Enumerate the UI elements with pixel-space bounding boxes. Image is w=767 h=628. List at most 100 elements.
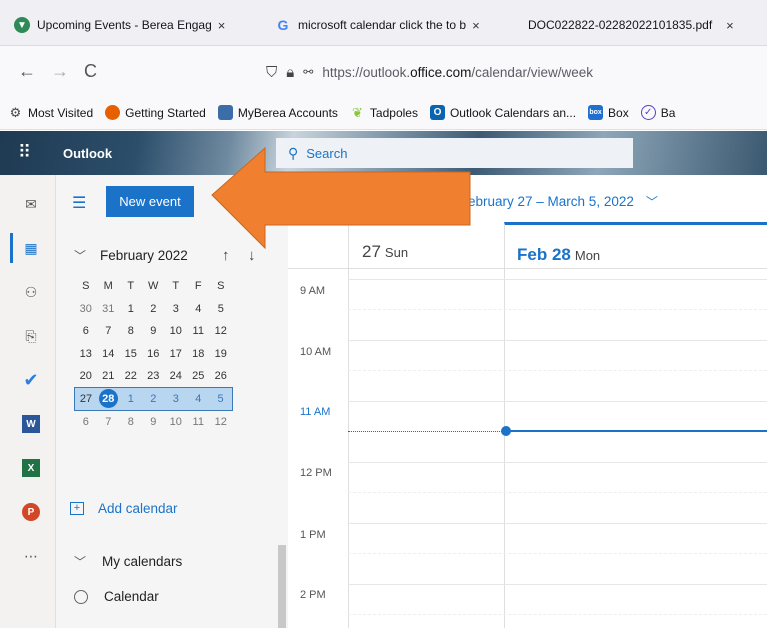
mini-calendar-day[interactable]: 3 bbox=[164, 387, 187, 411]
mini-calendar-day[interactable]: 22 bbox=[120, 365, 143, 388]
new-event-button[interactable]: New event bbox=[106, 186, 194, 217]
mini-calendar-day[interactable]: 10 bbox=[165, 410, 188, 433]
word-icon[interactable]: W bbox=[22, 415, 40, 433]
bookmark-outlook-calendars[interactable]: O Outlook Calendars an... bbox=[429, 105, 576, 120]
bookmark-getting-started[interactable]: Getting Started bbox=[105, 105, 206, 120]
mini-calendar-day[interactable]: 10 bbox=[165, 320, 188, 343]
day-number: 27 bbox=[362, 242, 381, 261]
attachment-icon[interactable]: ⎘ bbox=[22, 327, 40, 345]
chevron-down-icon[interactable]: ﹀ bbox=[74, 247, 86, 264]
back-button[interactable]: ← bbox=[18, 62, 36, 80]
mini-calendar-month[interactable]: February 2022 bbox=[100, 248, 188, 263]
mini-calendar-day[interactable]: 11 bbox=[187, 410, 210, 433]
weekday-header: T bbox=[172, 280, 180, 293]
bookmark-ba[interactable]: ✓ Ba bbox=[640, 105, 675, 120]
url-domain: office.com bbox=[410, 64, 472, 80]
mini-calendar-day[interactable]: 19 bbox=[210, 343, 233, 366]
forward-button[interactable]: → bbox=[51, 62, 69, 80]
mini-calendar-day[interactable]: 5 bbox=[210, 298, 233, 321]
day-header-sun[interactable]: 27 Sun bbox=[348, 222, 504, 268]
bookmark-most-visited[interactable]: ⚙ Most Visited bbox=[8, 105, 93, 120]
mini-calendar-day[interactable]: 11 bbox=[187, 320, 210, 343]
reload-button[interactable]: C bbox=[84, 62, 97, 80]
bookmark-label: Getting Started bbox=[125, 105, 206, 120]
close-icon[interactable]: × bbox=[472, 18, 480, 33]
mini-calendar-day[interactable]: 26 bbox=[210, 365, 233, 388]
mini-calendar-day[interactable]: 9 bbox=[142, 320, 165, 343]
hour-line bbox=[348, 462, 767, 463]
firefox-icon bbox=[105, 105, 121, 120]
bookmark-myberea[interactable]: MyBerea Accounts bbox=[217, 105, 338, 120]
mini-calendar-day[interactable]: 7 bbox=[97, 410, 120, 433]
app-rail: ✉ ▦ ⚇ ⎘ ✔ W X P ⋯ bbox=[0, 175, 56, 628]
add-calendar-button[interactable]: + Add calendar bbox=[70, 501, 178, 516]
myberea-icon bbox=[217, 105, 233, 120]
mini-calendar-today[interactable]: 28 bbox=[97, 387, 120, 411]
mini-calendar: S M T W T F S 30 31 1 2 3 4 5 6 7 8 9 10… bbox=[74, 275, 233, 433]
arrow-up-icon[interactable]: ↑ bbox=[222, 247, 230, 264]
hour-line bbox=[348, 584, 767, 585]
mini-calendar-day[interactable]: 8 bbox=[120, 410, 143, 433]
google-icon: G bbox=[277, 17, 289, 33]
mini-calendar-day[interactable]: 9 bbox=[142, 410, 165, 433]
mini-calendar-day[interactable]: 24 bbox=[165, 365, 188, 388]
address-bar[interactable]: ⛉ 🔒︎ ⚯ https://outlook. office.com/calend… bbox=[266, 58, 767, 86]
mini-calendar-day[interactable]: 4 bbox=[187, 298, 210, 321]
more-apps-icon[interactable]: ⋯ bbox=[22, 547, 40, 565]
calendar-toggle-circle[interactable] bbox=[74, 589, 88, 604]
close-icon[interactable]: × bbox=[218, 18, 226, 33]
mini-calendar-week: 30 31 1 2 3 4 5 bbox=[75, 298, 233, 321]
mini-calendar-day[interactable]: 1 bbox=[119, 387, 142, 411]
mini-calendar-day[interactable]: 12 bbox=[210, 410, 233, 433]
tab-pdf[interactable]: DOC022822-02282022101835.pdf × bbox=[528, 10, 767, 40]
mini-calendar-day[interactable]: 2 bbox=[142, 387, 165, 411]
arrow-down-icon[interactable]: ↓ bbox=[248, 247, 256, 264]
hamburger-menu-icon[interactable]: ☰ bbox=[72, 193, 86, 213]
mini-calendar-day[interactable]: 3 bbox=[165, 298, 188, 321]
powerpoint-icon[interactable]: P bbox=[22, 503, 40, 521]
mini-calendar-day[interactable]: 20 bbox=[75, 365, 98, 388]
search-input[interactable]: ⚲ Search bbox=[276, 138, 633, 168]
mini-calendar-day[interactable]: 15 bbox=[120, 343, 143, 366]
tab-microsoft-calendar[interactable]: G microsoft calendar click the to b × bbox=[275, 10, 515, 40]
todo-icon[interactable]: ✔ bbox=[22, 370, 40, 390]
mini-calendar-day[interactable]: 23 bbox=[142, 365, 165, 388]
mini-calendar-day[interactable]: 17 bbox=[165, 343, 188, 366]
bookmark-tadpoles[interactable]: ❦ Tadpoles bbox=[350, 105, 418, 120]
app-launcher-icon[interactable]: ⠿ bbox=[18, 143, 31, 161]
mini-calendar-day[interactable]: 16 bbox=[142, 343, 165, 366]
mini-calendar-day[interactable]: 6 bbox=[75, 410, 98, 433]
pane-scrollbar[interactable] bbox=[278, 545, 286, 628]
mini-calendar-day[interactable]: 25 bbox=[187, 365, 210, 388]
mini-calendar-day[interactable]: 18 bbox=[187, 343, 210, 366]
time-label: 1 PM bbox=[300, 529, 326, 541]
calendar-icon[interactable]: ▦ bbox=[22, 239, 40, 257]
mini-calendar-day[interactable]: 5 bbox=[209, 387, 233, 411]
mini-calendar-day[interactable]: 6 bbox=[75, 320, 98, 343]
date-range-picker[interactable]: ebruary 27 – March 5, 2022 ﹀ bbox=[468, 193, 658, 210]
mini-calendar-day[interactable]: 13 bbox=[75, 343, 98, 366]
mail-icon[interactable]: ✉ bbox=[22, 195, 40, 213]
mini-calendar-day[interactable]: 4 bbox=[187, 387, 210, 411]
mini-calendar-day[interactable]: 21 bbox=[97, 365, 120, 388]
mini-calendar-day[interactable]: 12 bbox=[210, 320, 233, 343]
my-calendars-group[interactable]: ﹀ My calendars bbox=[74, 553, 182, 570]
chevron-down-icon: ﹀ bbox=[74, 555, 87, 569]
excel-icon[interactable]: X bbox=[22, 459, 40, 477]
app-name[interactable]: Outlook bbox=[63, 146, 112, 161]
mini-calendar-day[interactable]: 7 bbox=[97, 320, 120, 343]
mini-calendar-day[interactable]: 30 bbox=[75, 298, 98, 321]
day-header-mon[interactable]: Feb 28 Mon bbox=[504, 222, 767, 268]
bookmark-box[interactable]: box Box bbox=[588, 105, 629, 120]
people-icon[interactable]: ⚇ bbox=[22, 283, 40, 301]
calendar-list-item[interactable]: Calendar bbox=[74, 589, 159, 604]
mini-calendar-day[interactable]: 8 bbox=[120, 320, 143, 343]
mini-calendar-day[interactable]: 27 bbox=[74, 387, 97, 411]
calendar-grid: ebruary 27 – March 5, 2022 ﹀ 27 Sun Feb 28… bbox=[288, 175, 767, 628]
tab-upcoming-events[interactable]: ▼ Upcoming Events - Berea Engag × bbox=[14, 10, 264, 40]
mini-calendar-day[interactable]: 2 bbox=[142, 298, 165, 321]
mini-calendar-day[interactable]: 31 bbox=[97, 298, 120, 321]
mini-calendar-day[interactable]: 1 bbox=[120, 298, 143, 321]
mini-calendar-day[interactable]: 14 bbox=[97, 343, 120, 366]
close-icon[interactable]: × bbox=[726, 18, 734, 33]
